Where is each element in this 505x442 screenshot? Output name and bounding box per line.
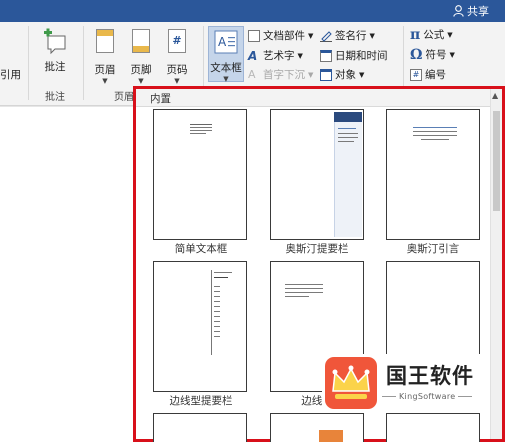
page-number-button[interactable]: # 页码 ▼	[160, 26, 194, 86]
ribbon-item-references[interactable]: 引用	[0, 67, 21, 82]
group-label-header-footer: 页眉	[114, 92, 134, 103]
gallery-item-7[interactable]	[153, 413, 247, 442]
chevron-down-icon: ▼	[449, 50, 455, 59]
signature-line-button[interactable]: 签名行 ▼	[320, 28, 375, 43]
title-bar: 共享	[0, 0, 505, 22]
gallery-item-9[interactable]	[386, 413, 480, 442]
gallery-scrollbar[interactable]: ▲	[490, 89, 502, 439]
calendar-icon	[320, 49, 332, 62]
gallery-item-sideline-sidebar[interactable]	[153, 261, 247, 392]
gallery-caption: 简单文本框	[174, 243, 228, 255]
chevron-down-icon: ▼	[308, 31, 314, 40]
group-separator	[83, 26, 84, 100]
chevron-down-icon: ▼	[447, 30, 453, 39]
chevron-down-icon: ▼	[174, 77, 180, 85]
group-separator	[28, 26, 29, 100]
doc-parts-button[interactable]: 文档部件 ▼	[248, 28, 313, 43]
watermark-sub-text: KingSoftware	[399, 392, 456, 401]
footer-button[interactable]: 页脚 ▼	[124, 26, 158, 86]
omega-icon: Ω	[410, 46, 423, 63]
header-icon	[92, 29, 118, 59]
object-button[interactable]: 对象 ▼	[320, 67, 364, 82]
doc-parts-label: 文档部件	[263, 30, 305, 42]
dropcap-icon: A	[248, 67, 256, 81]
number-button[interactable]: # 编号	[410, 67, 446, 82]
gallery-caption: 奥斯汀提要栏	[285, 243, 349, 255]
chevron-down-icon: ▼	[297, 51, 303, 60]
gallery-caption: 边线型提要栏	[169, 395, 233, 407]
datetime-button[interactable]: 日期和时间	[320, 48, 388, 63]
textbox-button[interactable]: A 文本框 ▼	[208, 26, 244, 83]
object-label: 对象	[335, 69, 356, 81]
gallery-item-austin-quote[interactable]	[386, 109, 480, 240]
pi-icon: π	[410, 26, 421, 43]
header-label: 页眉	[94, 64, 116, 76]
wordart-button[interactable]: A 艺术字 ▼	[248, 48, 303, 63]
gallery-item-austin-sidebar[interactable]	[270, 109, 364, 240]
page-number-icon: #	[164, 29, 190, 59]
symbol-label: 符号	[425, 49, 447, 61]
number-icon: #	[410, 68, 422, 81]
equation-label: 公式	[423, 29, 445, 41]
share-label: 共享	[467, 5, 489, 18]
wordart-icon: A	[248, 48, 258, 63]
datetime-label: 日期和时间	[335, 50, 388, 62]
document-area	[0, 107, 133, 442]
comment-label: 批注	[44, 61, 66, 73]
object-icon	[320, 68, 332, 81]
chevron-down-icon: ▼	[102, 77, 108, 85]
page-number-label: 页码	[166, 64, 188, 76]
comment-button[interactable]: 批注	[38, 26, 72, 86]
svg-text:A: A	[218, 35, 227, 49]
gallery-item-simple-textbox[interactable]	[153, 109, 247, 240]
document-page[interactable]	[0, 107, 133, 442]
dropcap-label: 首字下沉	[263, 69, 305, 81]
chevron-down-icon: ▼	[359, 70, 365, 79]
chevron-down-icon: ▼	[308, 70, 314, 79]
scroll-thumb[interactable]	[493, 111, 500, 211]
number-label: 编号	[425, 69, 446, 81]
doc-parts-icon	[248, 29, 260, 42]
chevron-down-icon: ▼	[369, 31, 375, 40]
wordart-label: 艺术字	[263, 50, 295, 62]
chevron-down-icon: ▼	[138, 77, 144, 85]
user-icon	[453, 5, 464, 17]
group-label-comments: 批注	[45, 92, 65, 103]
crown-icon	[325, 357, 377, 409]
section-header-label: 内置	[150, 93, 171, 105]
header-button[interactable]: 页眉 ▼	[88, 26, 122, 86]
textbox-label: 文本框	[210, 62, 242, 74]
chevron-down-icon: ▼	[223, 75, 229, 83]
scroll-up-icon[interactable]: ▲	[492, 91, 498, 100]
comment-icon	[42, 26, 68, 56]
symbol-button[interactable]: Ω 符号 ▼	[410, 47, 455, 62]
gallery-section-header: 内置	[136, 89, 502, 107]
share-button[interactable]: 共享	[453, 3, 489, 19]
signature-icon	[320, 30, 332, 42]
dropcap-button[interactable]: A 首字下沉 ▼	[248, 67, 313, 82]
footer-icon	[128, 29, 154, 59]
watermark-subtitle: KingSoftware	[382, 392, 473, 401]
watermark-name: 国王软件	[386, 364, 474, 388]
equation-button[interactable]: π 公式 ▼	[410, 27, 453, 42]
gallery-item-8[interactable]	[270, 413, 364, 442]
watermark-logo: 国王软件 KingSoftware	[322, 354, 490, 412]
gallery-caption: 奥斯汀引言	[406, 243, 460, 255]
textbox-icon: A	[213, 27, 239, 57]
signature-label: 签名行	[335, 30, 367, 42]
footer-label: 页脚	[130, 64, 152, 76]
references-label: 引用	[0, 69, 21, 81]
